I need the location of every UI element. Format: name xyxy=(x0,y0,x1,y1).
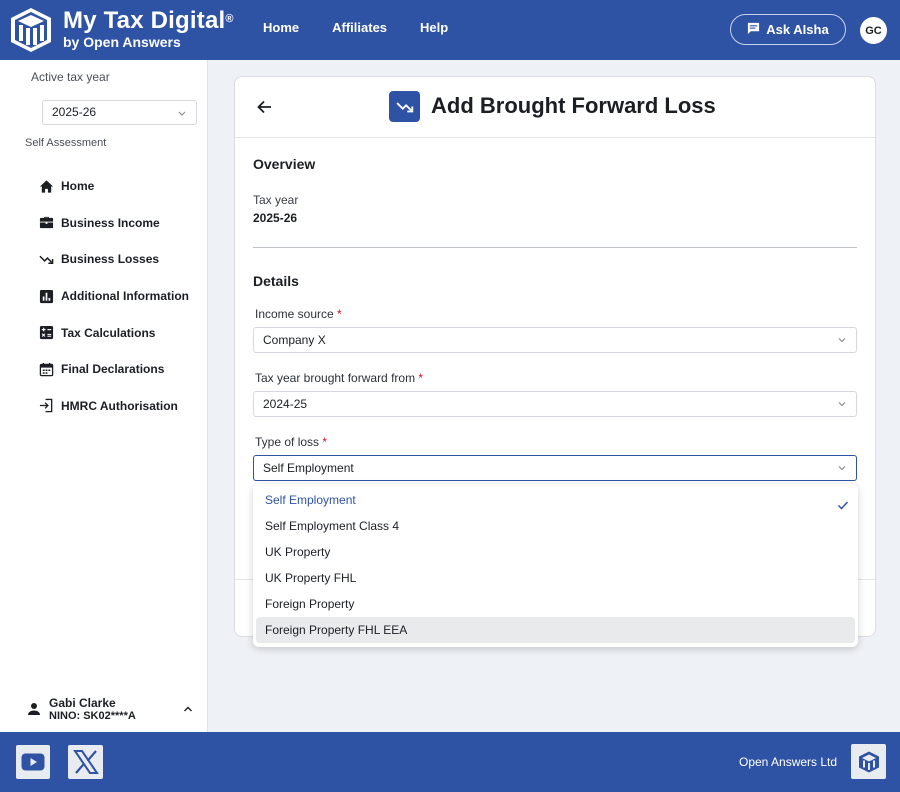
sidebar-item-additional-information[interactable]: Additional Information xyxy=(38,278,189,315)
youtube-icon[interactable] xyxy=(16,745,50,779)
type-of-loss-dropdown: Self Employment Self Employment Class 4 … xyxy=(253,484,858,647)
calculator-icon xyxy=(38,325,54,341)
dropdown-option-uk-property-fhl[interactable]: UK Property FHL xyxy=(256,565,855,591)
company-name: Open Answers Ltd xyxy=(739,755,838,769)
sidebar-item-label: Home xyxy=(61,179,95,194)
income-source-select[interactable]: Company X xyxy=(253,327,857,353)
dropdown-option-self-employment-class-4[interactable]: Self Employment Class 4 xyxy=(256,513,855,539)
chat-icon xyxy=(747,22,760,38)
bar-chart-icon xyxy=(38,288,54,304)
company-logo-icon[interactable] xyxy=(851,744,886,779)
sidebar-item-label: HMRC Authorisation xyxy=(61,398,178,413)
user-menu[interactable]: Gabi Clarke NINO: SK02****A xyxy=(24,696,199,726)
chevron-down-icon xyxy=(837,392,847,426)
sidebar-item-label: Final Declarations xyxy=(61,362,165,377)
back-arrow-icon[interactable] xyxy=(255,97,275,117)
dropdown-option-foreign-property[interactable]: Foreign Property xyxy=(256,591,855,617)
nav-home[interactable]: Home xyxy=(263,20,299,35)
sidebar-item-label: Additional Information xyxy=(61,289,189,304)
active-tax-year-value: 2025-26 xyxy=(52,105,97,119)
details-heading: Details xyxy=(253,273,299,289)
nav-help[interactable]: Help xyxy=(420,20,448,35)
top-nav: Home Affiliates Help xyxy=(263,20,481,35)
sidebar-item-label: Business Losses xyxy=(61,252,160,267)
app-footer: Open Answers Ltd xyxy=(0,732,900,792)
type-of-loss-value: Self Employment xyxy=(263,461,354,475)
login-icon xyxy=(38,398,54,414)
chevron-down-icon xyxy=(177,102,187,134)
tax-year-bf-value: 2024-25 xyxy=(263,397,308,411)
type-of-loss-select[interactable]: Self Employment xyxy=(253,455,857,481)
sidebar-item-business-income[interactable]: Business Income xyxy=(38,205,189,242)
sidebar-item-home[interactable]: Home xyxy=(38,168,189,205)
trending-down-icon xyxy=(389,91,420,122)
income-source-label: Income source * xyxy=(255,307,342,321)
sidebar: Active tax year 2025-26 Self Assessment … xyxy=(0,60,208,732)
sidebar-item-label: Business Income xyxy=(61,215,160,230)
nav-affiliates[interactable]: Affiliates xyxy=(332,20,387,35)
tax-year-label: Tax year xyxy=(253,193,299,207)
active-tax-year-select[interactable]: 2025-26 xyxy=(42,100,197,125)
ask-aisha-button[interactable]: Ask AIsha xyxy=(730,14,846,45)
x-twitter-icon[interactable] xyxy=(68,745,103,779)
sidebar-item-label: Tax Calculations xyxy=(61,325,156,340)
check-icon xyxy=(837,494,849,510)
sidebar-item-final-declarations[interactable]: Final Declarations xyxy=(38,351,189,388)
sidebar-item-tax-calculations[interactable]: Tax Calculations xyxy=(38,314,189,351)
divider xyxy=(253,247,857,248)
tax-year-bf-select[interactable]: 2024-25 xyxy=(253,391,857,417)
page-title: Add Brought Forward Loss xyxy=(431,93,716,118)
brand-name[interactable]: My Tax Digital® by Open Answers xyxy=(63,7,234,51)
registered-mark: ® xyxy=(225,13,234,25)
income-source-value: Company X xyxy=(263,333,326,347)
required-mark: * xyxy=(337,307,342,321)
chevron-up-icon[interactable] xyxy=(182,702,194,714)
tax-year-bf-label: Tax year brought forward from * xyxy=(255,371,424,385)
self-assessment-label: Self Assessment xyxy=(25,137,107,149)
sidebar-item-business-losses[interactable]: Business Losses xyxy=(38,241,189,278)
briefcase-icon xyxy=(38,215,54,231)
user-avatar[interactable]: GC xyxy=(860,17,887,44)
active-tax-year-label: Active tax year xyxy=(31,70,110,84)
dropdown-option-uk-property[interactable]: UK Property xyxy=(256,539,855,565)
dropdown-option-self-employment[interactable]: Self Employment xyxy=(256,487,855,513)
app-header: My Tax Digital® by Open Answers Home Aff… xyxy=(0,0,900,60)
card-header: Add Brought Forward Loss xyxy=(235,77,875,138)
home-icon xyxy=(38,178,54,194)
sidebar-item-hmrc-authorisation[interactable]: HMRC Authorisation xyxy=(38,388,189,425)
trending-down-icon xyxy=(38,251,54,267)
type-of-loss-label: Type of loss * xyxy=(255,435,328,449)
brand-subtitle: by Open Answers xyxy=(63,34,181,50)
dropdown-option-foreign-property-fhl-eea[interactable]: Foreign Property FHL EEA xyxy=(256,617,855,643)
sidebar-menu: Home Business Income Business Losses Add… xyxy=(38,168,189,424)
user-nino: NINO: SK02****A xyxy=(49,710,136,722)
brand-logo-icon[interactable] xyxy=(8,6,54,54)
overview-heading: Overview xyxy=(253,156,316,172)
tax-year-value: 2025-26 xyxy=(253,211,298,225)
ask-aisha-label: Ask AIsha xyxy=(766,22,829,37)
required-mark: * xyxy=(418,371,424,385)
person-icon xyxy=(26,701,42,717)
brand-title: My Tax Digital xyxy=(63,7,226,34)
user-name: Gabi Clarke xyxy=(49,696,116,710)
chevron-down-icon xyxy=(837,328,847,362)
required-mark: * xyxy=(322,435,328,449)
calendar-icon xyxy=(38,361,54,377)
